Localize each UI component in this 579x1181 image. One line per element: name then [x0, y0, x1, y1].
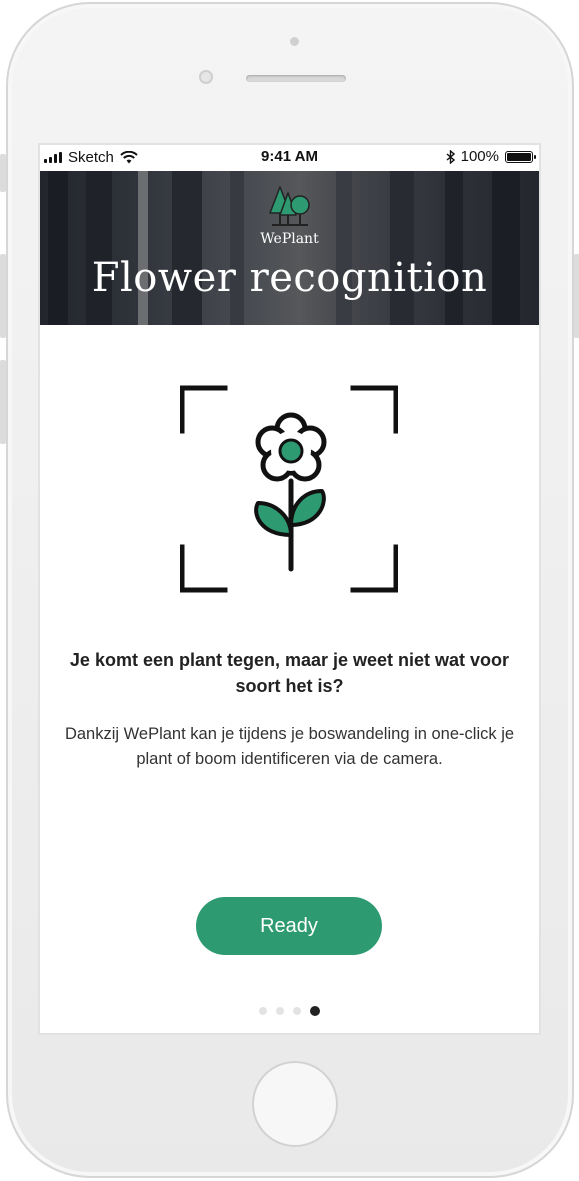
- volume-down-button: [0, 360, 6, 444]
- bluetooth-icon: [446, 149, 455, 164]
- weplant-logo: [40, 185, 539, 234]
- hero-banner: WePlant Flower recognition: [40, 171, 539, 325]
- page-dot[interactable]: [259, 1007, 267, 1015]
- page-dot-active[interactable]: [310, 1006, 320, 1016]
- page-indicator: [259, 1006, 320, 1016]
- home-button[interactable]: [252, 1061, 338, 1147]
- front-camera: [199, 70, 213, 84]
- page-dot[interactable]: [293, 1007, 301, 1015]
- flower-scan-icon: [180, 385, 398, 593]
- onboarding-headline: Je komt een plant tegen, maar je weet ni…: [69, 650, 510, 696]
- onboarding-description: Dankzij WePlant kan je tijdens je boswan…: [64, 725, 515, 768]
- page-title: Flower recognition: [91, 255, 488, 301]
- proximity-sensor: [290, 37, 299, 46]
- weplant-logo-icon: [268, 186, 310, 226]
- battery-fill: [507, 152, 531, 161]
- volume-up-button: [0, 254, 6, 338]
- battery-percent: 100%: [460, 148, 499, 165]
- brand-name: WePlant: [260, 231, 319, 247]
- screen: Sketch 9:41 AM 100% WePlant Flower recog…: [40, 145, 539, 1033]
- earpiece-speaker: [246, 75, 346, 82]
- power-button: [574, 254, 579, 338]
- mute-switch: [0, 154, 6, 192]
- status-right: 100%: [446, 148, 536, 165]
- page-dot[interactable]: [276, 1007, 284, 1015]
- ready-button[interactable]: Ready: [196, 897, 382, 955]
- battery-icon: [505, 150, 536, 163]
- status-bar: Sketch 9:41 AM 100%: [40, 145, 539, 171]
